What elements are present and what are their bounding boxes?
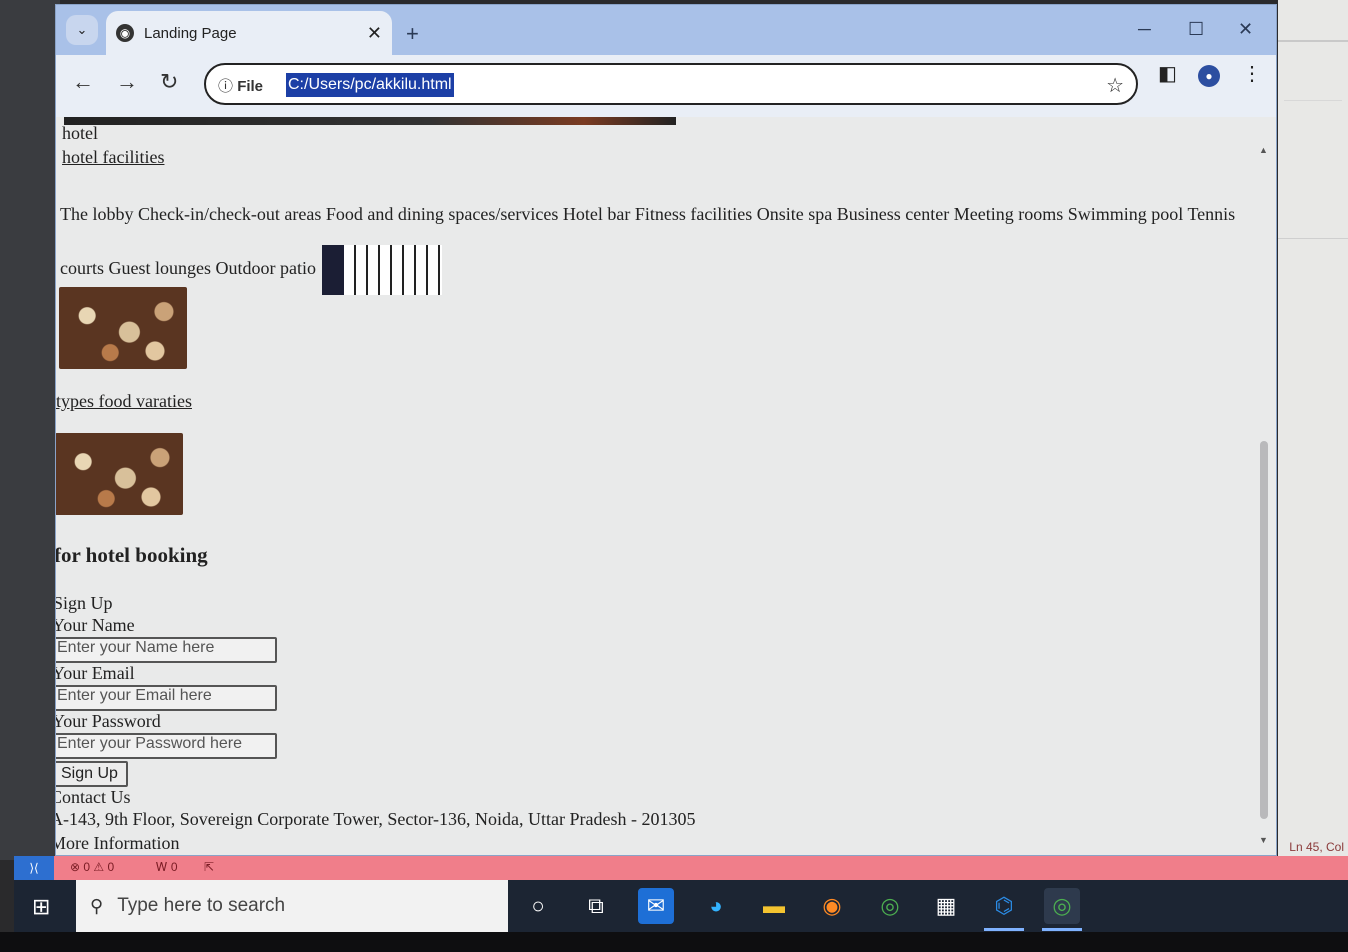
site-info[interactable]: ⓘ File [218, 75, 263, 96]
tab-title: Landing Page [144, 24, 237, 42]
minimize-icon[interactable]: ─ [1138, 19, 1151, 40]
globe-icon: ◉ [116, 24, 134, 42]
name-input[interactable]: Enter your Name here [56, 637, 277, 663]
search-placeholder: Type here to search [117, 895, 286, 916]
problems-count[interactable]: ⊗ 0 ⚠ 0 [70, 860, 114, 874]
page-scrollbar[interactable]: ▲ ▼ [1258, 145, 1270, 845]
file-explorer-icon[interactable]: ▬ [756, 888, 792, 924]
facilities-text: The lobby Check-in/check-out areas Food … [60, 204, 1236, 278]
search-icon: ⚲ [90, 895, 104, 916]
email-label: Your Email [55, 663, 135, 683]
food-image [59, 287, 187, 369]
browser-window: ⌄ ◉ Landing Page ✕ + ─ ☐ ✕ ← → ↻ ⓘ File … [55, 4, 1277, 856]
hotel-text: hotel [62, 123, 98, 143]
desktop-background-left [0, 0, 60, 860]
address-prefix: File [237, 78, 264, 95]
scroll-up-icon[interactable]: ▲ [1259, 145, 1268, 155]
password-input[interactable]: Enter your Password here [56, 733, 277, 759]
reload-icon[interactable]: ↻ [160, 69, 178, 95]
windows-start-icon[interactable]: ⊞ [32, 894, 50, 920]
close-window-icon[interactable]: ✕ [1238, 19, 1253, 40]
signup-button[interactable]: Sign Up [56, 761, 128, 787]
scroll-thumb[interactable] [1260, 441, 1268, 819]
address-bar[interactable]: ⓘ File C:/Users/pc/akkilu.html ☆ [204, 63, 1138, 105]
chevron-down-icon: ⌄ [76, 22, 88, 37]
inline-image [321, 244, 442, 295]
booking-heading: for hotel booking [55, 543, 208, 567]
warnings-count[interactable]: Ꮃ 0 [156, 860, 178, 875]
food-image-2 [56, 433, 183, 515]
more-information: More Information [55, 833, 180, 853]
monitor-bezel [0, 932, 1348, 952]
tab-landing-page[interactable]: ◉ Landing Page ✕ [106, 11, 392, 55]
active-app-indicator [984, 928, 1024, 931]
signup-heading: Sign Up [55, 593, 113, 613]
taskbar-search[interactable]: ⚲ Type here to search [76, 880, 508, 932]
side-panel-icon[interactable]: ◧ [1158, 61, 1177, 86]
menu-dots-icon[interactable]: ⋮ [1242, 61, 1262, 86]
new-tab-button[interactable]: + [406, 21, 419, 47]
maximize-icon[interactable]: ☐ [1188, 19, 1204, 40]
contact-us: Contact Us [55, 787, 131, 807]
taskbar: ⊞ ⚲ Type here to search ○ ⧉ ✉ ◕ ▬ ◉ ◎ ▦ … [14, 880, 1348, 932]
active-app-indicator-2 [1042, 928, 1082, 931]
tab-strip: ⌄ ◉ Landing Page ✕ + ─ ☐ ✕ [56, 5, 1276, 55]
browser-toolbar: ← → ↻ ⓘ File C:/Users/pc/akkilu.html ☆ ◧… [56, 55, 1276, 117]
mail-icon[interactable]: ✉ [638, 888, 674, 924]
address-text: A-143, 9th Floor, Sovereign Corporate To… [55, 809, 696, 829]
types-food-link[interactable]: types food varaties [56, 391, 192, 412]
cursor-position[interactable]: Ln 45, Col [1289, 840, 1344, 854]
editor-status-bar: ⟩⟨ ⊗ 0 ⚠ 0 Ꮃ 0 ⇱ Ln 45, Col [14, 840, 1348, 880]
task-view-icon[interactable]: ⧉ [578, 888, 614, 924]
bookmark-star-icon[interactable]: ☆ [1106, 73, 1124, 98]
editor-background-right [1278, 0, 1348, 860]
hotel-facilities-link[interactable]: hotel facilities [62, 147, 164, 168]
vscode-icon[interactable]: ⌬ [986, 888, 1022, 924]
banner-image [64, 117, 676, 125]
profile-avatar-icon[interactable]: ● [1198, 65, 1220, 87]
page-content: hotel hotel facilities The lobby Check-i… [55, 117, 1256, 855]
firefox-icon[interactable]: ◉ [814, 888, 850, 924]
scroll-down-icon[interactable]: ▼ [1259, 835, 1268, 845]
password-label: Your Password [55, 711, 161, 731]
url-text[interactable]: C:/Users/pc/akkilu.html [286, 73, 454, 97]
chrome-icon[interactable]: ◎ [872, 888, 908, 924]
port-icon[interactable]: ⇱ [204, 860, 214, 874]
remote-icon[interactable]: ⟩⟨ [14, 856, 54, 880]
edge-icon[interactable]: ◕ [698, 888, 734, 924]
email-input[interactable]: Enter your Email here [56, 685, 277, 711]
store-icon[interactable]: ▦ [928, 888, 964, 924]
tab-search-button[interactable]: ⌄ [66, 15, 98, 45]
info-icon: ⓘ [218, 78, 234, 95]
name-label: Your Name [55, 615, 135, 635]
close-tab-icon[interactable]: ✕ [367, 23, 382, 44]
facilities-list: The lobby Check-in/check-out areas Food … [60, 187, 1252, 295]
forward-arrow-icon[interactable]: → [116, 69, 138, 95]
cortana-icon[interactable]: ○ [520, 888, 556, 924]
back-arrow-icon[interactable]: ← [72, 69, 94, 95]
chrome-active-icon[interactable]: ◎ [1044, 888, 1080, 924]
